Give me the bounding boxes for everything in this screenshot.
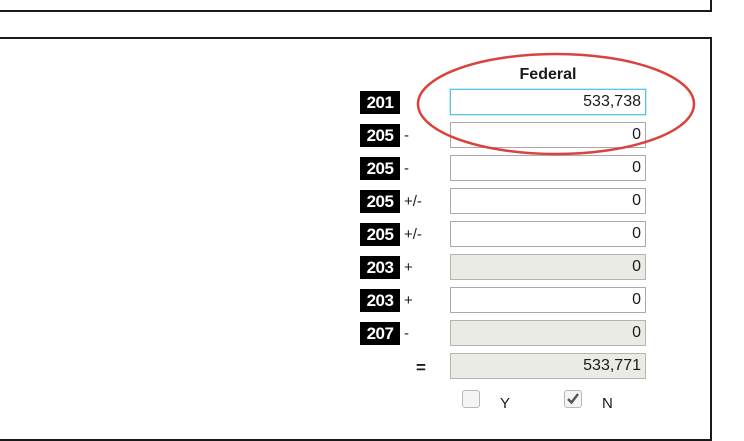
line-number-badge: 203 xyxy=(360,289,400,312)
line-number-badge: 205 xyxy=(360,223,400,246)
checkmark-icon xyxy=(567,393,579,405)
federal-line-201-input[interactable]: 533,738 xyxy=(450,89,646,115)
yes-checkbox[interactable] xyxy=(462,390,480,408)
federal-line-205-input[interactable]: 0 xyxy=(450,188,646,214)
federal-total-field: 533,771 xyxy=(450,353,646,379)
line-number-badge: 205 xyxy=(360,190,400,213)
federal-line-205-input[interactable]: 0 xyxy=(450,221,646,247)
federal-line-205-input[interactable]: 0 xyxy=(450,122,646,148)
operator-label: +/- xyxy=(404,226,422,243)
top-panel xyxy=(0,0,712,12)
no-checkbox[interactable] xyxy=(564,390,582,408)
equals-label: = xyxy=(416,358,426,377)
operator-label: +/- xyxy=(404,193,422,210)
operator-label: - xyxy=(404,160,409,177)
federal-line-203-input[interactable]: 0 xyxy=(450,287,646,313)
operator-label: + xyxy=(404,292,413,309)
line-number-badge: 207 xyxy=(360,322,400,345)
operator-label: - xyxy=(404,325,409,342)
federal-line-205-input[interactable]: 0 xyxy=(450,155,646,181)
operator-label: - xyxy=(404,127,409,144)
line-number-badge: 205 xyxy=(360,124,400,147)
line-number-badge: 205 xyxy=(360,157,400,180)
column-header-federal: Federal xyxy=(519,66,577,83)
federal-line-207-readonly-field: 0 xyxy=(450,320,646,346)
line-number-badge: 203 xyxy=(360,256,400,279)
line-number-badge: 201 xyxy=(360,91,400,114)
federal-line-203-readonly-field: 0 xyxy=(450,254,646,280)
operator-label: + xyxy=(404,259,413,276)
